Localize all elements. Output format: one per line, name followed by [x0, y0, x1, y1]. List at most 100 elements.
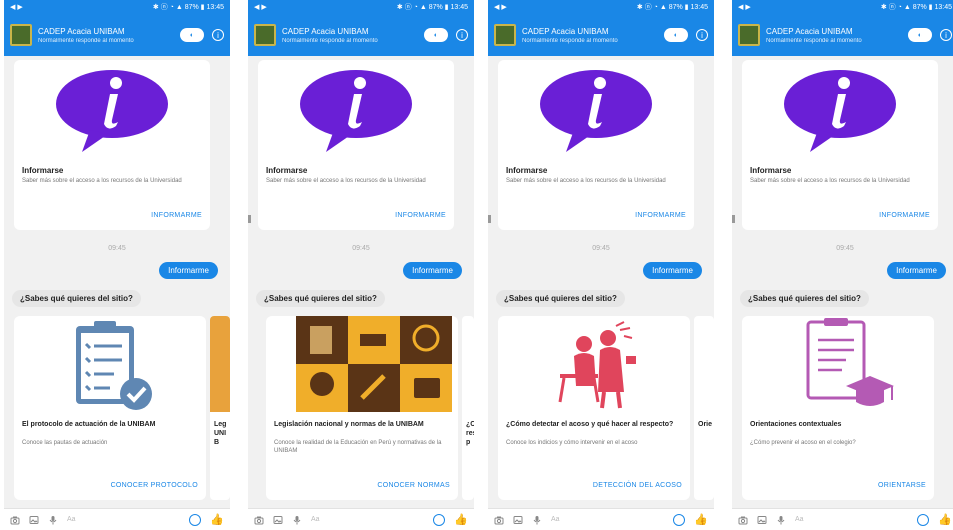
prev-card-edge[interactable] [488, 215, 491, 223]
carousel-card-button[interactable]: ORIENTARSE [878, 482, 926, 489]
sent-message: Informarme [403, 262, 462, 279]
toggle-switch[interactable]: ◐ [908, 28, 932, 42]
gallery-icon[interactable] [29, 515, 39, 525]
message-composer: Aa 👍 [4, 508, 230, 530]
carousel-card-image [742, 316, 934, 412]
gallery-icon[interactable] [513, 515, 523, 525]
carousel-next-card[interactable]: Leg UNIB [210, 316, 230, 500]
page-subtitle: Normalmente responde al momento [38, 37, 134, 44]
prev-card-edge[interactable] [248, 215, 251, 223]
info-icon[interactable]: i [456, 29, 468, 41]
carousel-card-image [266, 316, 458, 412]
toggle-switch[interactable]: ◐ [180, 28, 204, 42]
message-input[interactable]: Aa [551, 516, 664, 523]
carousel-card-button[interactable]: CONOCER NORMAS [377, 482, 450, 489]
carousel-card-description: Conoce la realidad de la Educación en Pe… [274, 440, 442, 454]
page-avatar[interactable] [10, 24, 32, 46]
carousel-card[interactable]: Orientaciones contextuales ¿Cómo preveni… [742, 316, 934, 500]
message-composer: Aa 👍 [732, 508, 953, 530]
camera-icon[interactable] [10, 515, 20, 525]
app-bar: CADEP Acacia UNIBAM Normalmente responde… [248, 14, 474, 56]
status-right: ✱ ⓝ ◔ ▲ 87% ▮ 13:45 [152, 4, 224, 11]
carousel-card-title: El protocolo de actuación de la UNIBAM [22, 421, 156, 428]
page-title[interactable]: CADEP Acacia UNIBAM [766, 27, 908, 36]
info-bubble-icon [56, 70, 168, 152]
page-title[interactable]: CADEP Acacia UNIBAM [282, 27, 424, 36]
informarme-button[interactable]: INFORMARME [151, 212, 202, 219]
like-icon[interactable]: 👍 [210, 513, 224, 526]
app-bar: CADEP Acacia UNIBAM Normalmente responde… [488, 14, 714, 56]
informarme-button[interactable]: INFORMARME [879, 212, 930, 219]
carousel-card-description: Conoce las pautas de actuación [22, 440, 108, 446]
chat-screen-3: ◀ ▶ ✱ ⓝ ◔ ▲ 87% ▮ 13:45 CADEP Acacia UNI… [488, 0, 714, 530]
camera-icon[interactable] [738, 515, 748, 525]
prev-card-edge[interactable] [732, 215, 735, 223]
gallery-icon[interactable] [757, 515, 767, 525]
mic-icon[interactable] [776, 515, 786, 525]
info-card-title: Informarse [266, 166, 308, 175]
emoji-icon[interactable] [917, 513, 930, 526]
status-left: ◀ ▶ [738, 4, 751, 11]
status-bar: ◀ ▶ ✱ ⓝ ◔ ▲ 87% ▮ 13:45 [732, 0, 953, 14]
carousel-card[interactable]: ¿Cómo detectar el acoso y qué hacer al r… [498, 316, 690, 500]
message-input[interactable]: Aa [795, 516, 908, 523]
status-left: ◀ ▶ [254, 4, 267, 11]
page-subtitle: Normalmente responde al momento [766, 37, 862, 44]
status-bar: ◀ ▶ ✱ ⓝ ◔ ▲ 87% ▮ 13:45 [488, 0, 714, 14]
like-icon[interactable]: 👍 [938, 513, 952, 526]
next-card-title: Leg UNIB [214, 421, 227, 447]
carousel-card[interactable]: Legislación nacional y normas de la UNIB… [266, 316, 458, 500]
info-card: Informarse Saber más sobre el acceso a l… [498, 60, 694, 230]
mic-icon[interactable] [48, 515, 58, 525]
emoji-icon[interactable] [673, 513, 686, 526]
message-input[interactable]: Aa [311, 516, 424, 523]
info-card: Informarse Saber más sobre el acceso a l… [258, 60, 454, 230]
page-title[interactable]: CADEP Acacia UNIBAM [522, 27, 664, 36]
emoji-icon[interactable] [433, 513, 446, 526]
page-avatar[interactable] [254, 24, 276, 46]
like-icon[interactable]: 👍 [454, 513, 468, 526]
carousel-card-button[interactable]: CONOCER PROTOCOLO [111, 482, 198, 489]
mic-icon[interactable] [292, 515, 302, 525]
clipboard-icon [76, 321, 152, 410]
page-avatar[interactable] [494, 24, 516, 46]
emoji-icon[interactable] [189, 513, 202, 526]
page-avatar[interactable] [738, 24, 760, 46]
status-bar: ◀ ▶ ✱ ⓝ ◔ ▲ 87% ▮ 13:45 [248, 0, 474, 14]
bot-question: ¿Sabes qué quieres del sitio? [12, 290, 141, 307]
toggle-switch[interactable]: ◐ [664, 28, 688, 42]
informarme-button[interactable]: INFORMARME [635, 212, 686, 219]
info-icon[interactable]: i [212, 29, 224, 41]
carousel-next-card[interactable]: Orie [694, 316, 714, 500]
status-right: ✱ ⓝ ◔ ▲ 87% ▮ 13:45 [636, 4, 708, 11]
carousel-card[interactable]: El protocolo de actuación de la UNIBAM C… [14, 316, 206, 500]
chat-screen-1: ◀ ▶ ✱ ⓝ ◔ ▲ 87% ▮ 13:45 CADEP Acacia UNI… [4, 0, 230, 530]
carousel-card-button[interactable]: DETECCIÓN DEL ACOSO [593, 482, 682, 489]
carousel-card-title: Orientaciones contextuales [750, 421, 842, 428]
carousel-card-title: ¿Cómo detectar el acoso y qué hacer al r… [506, 421, 674, 428]
info-card: Informarse Saber más sobre el acceso a l… [14, 60, 210, 230]
gallery-icon[interactable] [273, 515, 283, 525]
bot-question: ¿Sabes qué quieres del sitio? [256, 290, 385, 307]
next-card-title: ¿Có resp [466, 421, 474, 447]
camera-icon[interactable] [254, 515, 264, 525]
like-icon[interactable]: 👍 [694, 513, 708, 526]
carousel-card-image [14, 316, 206, 412]
mic-icon[interactable] [532, 515, 542, 525]
info-icon[interactable]: i [696, 29, 708, 41]
toggle-switch[interactable]: ◐ [424, 28, 448, 42]
info-card-description: Saber más sobre el acceso a los recursos… [22, 178, 182, 184]
status-bar: ◀ ▶ ✱ ⓝ ◔ ▲ 87% ▮ 13:45 [4, 0, 230, 14]
info-icon[interactable]: i [940, 29, 952, 41]
timestamp: 09:45 [352, 245, 370, 252]
page-title[interactable]: CADEP Acacia UNIBAM [38, 27, 180, 36]
camera-icon[interactable] [494, 515, 504, 525]
message-input[interactable]: Aa [67, 516, 180, 523]
carousel-card-title: Legislación nacional y normas de la UNIB… [274, 421, 424, 428]
info-card-title: Informarse [506, 166, 548, 175]
carousel-next-card[interactable]: ¿Có resp [462, 316, 474, 500]
info-card-description: Saber más sobre el acceso a los recursos… [750, 178, 910, 184]
message-composer: Aa 👍 [488, 508, 714, 530]
timestamp: 09:45 [108, 245, 126, 252]
informarme-button[interactable]: INFORMARME [395, 212, 446, 219]
